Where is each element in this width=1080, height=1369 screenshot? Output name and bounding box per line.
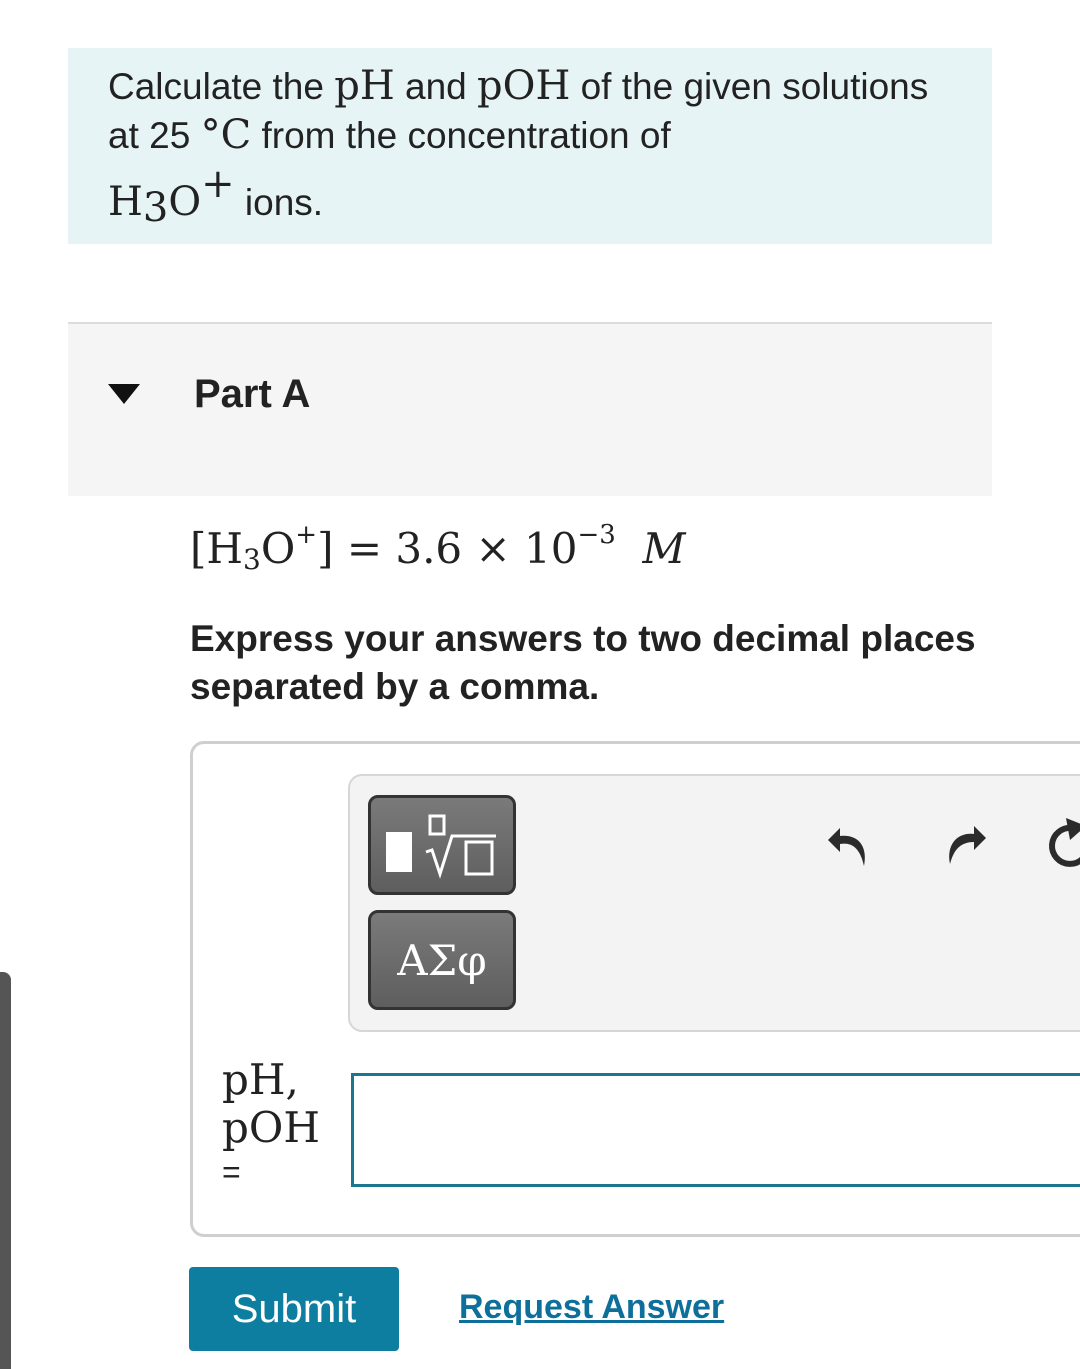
poh-symbol: pOH — [477, 63, 571, 109]
templates-radical-icon — [386, 814, 496, 879]
greek-label: ΑΣφ — [397, 935, 487, 985]
concentration-equation: [H3O+] = 3.6 × 10−3 M — [190, 520, 686, 576]
instructions-text: Express your answers to two decimal plac… — [190, 618, 976, 707]
answer-input[interactable] — [351, 1073, 1080, 1187]
intro-text: Calculate the — [108, 66, 335, 107]
answer-label-poh: pOH — [222, 1103, 320, 1152]
answer-label-equals: = — [222, 1154, 241, 1190]
part-title: Part A — [194, 372, 311, 416]
eq-o: O — [260, 524, 296, 573]
answer-label: pH, pOH = — [222, 1056, 320, 1192]
answer-label-ph: pH, — [222, 1055, 299, 1104]
redo-icon[interactable] — [940, 820, 990, 870]
intro-text: and — [394, 66, 478, 107]
hydronium-h: H — [108, 179, 143, 225]
eq-subscript: 3 — [243, 543, 261, 576]
eq-bracket-h: [H — [190, 524, 244, 573]
part-a-header[interactable]: Part A — [68, 322, 992, 496]
eq-bracket-close: ] — [317, 524, 334, 573]
reset-icon[interactable] — [1046, 818, 1080, 868]
eq-charge: + — [295, 520, 318, 550]
collapse-caret-icon[interactable] — [108, 384, 140, 404]
hydronium-subscript: 3 — [142, 185, 169, 231]
hydronium-o: O — [168, 179, 202, 225]
eq-value: = 3.6 × 10 — [333, 524, 578, 573]
degree-celsius: °C — [200, 112, 252, 158]
request-answer-link[interactable]: Request Answer — [459, 1288, 724, 1327]
side-scrollbar[interactable] — [0, 972, 11, 1369]
ph-symbol: pH — [334, 63, 395, 109]
submit-button[interactable]: Submit — [189, 1267, 399, 1351]
templates-button[interactable] — [368, 795, 516, 895]
intro-text: ions. — [234, 182, 324, 223]
eq-unit: M — [642, 524, 686, 573]
intro-text: from the concentration of — [251, 115, 671, 156]
hydronium-charge: + — [201, 161, 235, 207]
eq-exponent: −3 — [577, 520, 616, 550]
problem-statement: Calculate the pH and pOH of the given so… — [68, 48, 992, 244]
greek-symbols-button[interactable]: ΑΣφ — [368, 910, 516, 1010]
undo-icon[interactable] — [826, 820, 876, 870]
